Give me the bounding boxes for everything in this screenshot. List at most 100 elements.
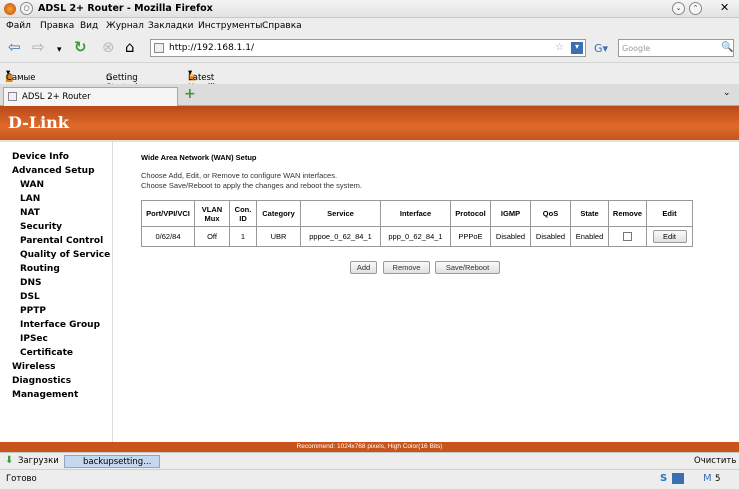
cell-vlan: Off bbox=[194, 226, 230, 247]
sidebar-item-device-info[interactable]: Device Info bbox=[12, 152, 69, 162]
table-header-row: Port/VPI/VCI VLAN Mux Con. ID Category S… bbox=[141, 200, 693, 227]
search-icon[interactable]: 🔍 bbox=[721, 42, 733, 53]
downloads-icon: ⬇ bbox=[5, 455, 14, 466]
search-engine-icon[interactable]: G▾ bbox=[594, 41, 608, 57]
sidebar-item-security[interactable]: Security bbox=[20, 222, 62, 232]
site-identity-icon[interactable] bbox=[154, 43, 164, 53]
sidebar-item-nat[interactable]: NAT bbox=[20, 208, 40, 218]
reload-icon[interactable]: ↻ bbox=[74, 39, 87, 55]
menu-tools[interactable]: Инструменты bbox=[198, 21, 262, 31]
window-menu-icon[interactable]: ○ bbox=[20, 2, 33, 15]
brand-header: D-Link bbox=[0, 106, 739, 140]
sidebar-item-dsl[interactable]: DSL bbox=[20, 292, 40, 302]
col-qos: QoS bbox=[530, 200, 571, 227]
sidebar-item-wireless[interactable]: Wireless bbox=[12, 362, 55, 372]
status-bar: Готово S M 5 bbox=[0, 469, 739, 489]
sidebar-item-lan[interactable]: LAN bbox=[20, 194, 40, 204]
menu-bookmarks[interactable]: Закладки bbox=[148, 21, 194, 31]
search-placeholder: Google bbox=[622, 44, 651, 53]
window-title: ADSL 2+ Router - Mozilla Firefox bbox=[38, 3, 213, 14]
cell-remove bbox=[608, 226, 647, 247]
sidebar-item-advanced-setup[interactable]: Advanced Setup bbox=[12, 166, 95, 176]
col-edit: Edit bbox=[646, 200, 693, 227]
cell-qos: Disabled bbox=[530, 226, 571, 247]
bookmark-latest-headlines[interactable]: ▣ Latest Headli... ▾ bbox=[188, 68, 223, 93]
col-port: Port/VPI/VCI bbox=[141, 200, 195, 227]
window-titlebar: ○ ADSL 2+ Router - Mozilla Firefox ⌄ ⌃ ✕ bbox=[0, 0, 739, 18]
add-button[interactable]: Add bbox=[350, 261, 377, 274]
sidebar-nav: Device Info Advanced Setup WAN LAN NAT Securi… bbox=[0, 142, 113, 442]
url-bar[interactable]: http://192.168.1.1/ ☆ ▾ bbox=[150, 39, 586, 57]
recommend-footer: Recommend: 1024x768 pixels, High Color(1… bbox=[0, 442, 739, 452]
main-content: Wide Area Network (WAN) Setup Choose Add… bbox=[113, 142, 739, 442]
mail-count: 5 bbox=[715, 474, 721, 484]
addon-icon[interactable] bbox=[672, 473, 684, 484]
cell-service: pppoe_0_62_84_1 bbox=[300, 226, 381, 247]
col-protocol: Protocol bbox=[450, 200, 491, 227]
history-dropdown-icon[interactable]: ▾ bbox=[57, 42, 62, 58]
search-input[interactable]: Google 🔍 bbox=[618, 39, 734, 57]
downloads-bar: ⬇ Загрузки backupsetting... Очистить bbox=[0, 452, 739, 469]
tab-list-icon[interactable]: ⌄ bbox=[723, 88, 731, 98]
sidebar-item-quality-of-service[interactable]: Quality of Service bbox=[20, 250, 110, 260]
mail-icon[interactable]: M bbox=[703, 473, 712, 484]
sidebar-item-parental-control[interactable]: Parental Control bbox=[20, 236, 103, 246]
url-text: http://192.168.1.1/ bbox=[169, 43, 254, 53]
sidebar-item-diagnostics[interactable]: Diagnostics bbox=[12, 376, 71, 386]
col-conid: Con. ID bbox=[229, 200, 257, 227]
menu-history[interactable]: Журнал bbox=[106, 21, 144, 31]
col-state: State bbox=[570, 200, 609, 227]
col-vlan: VLAN Mux bbox=[194, 200, 230, 227]
cell-conid: 1 bbox=[229, 226, 257, 247]
cell-state: Enabled bbox=[570, 226, 609, 247]
col-service: Service bbox=[300, 200, 381, 227]
menu-help[interactable]: Справка bbox=[262, 21, 302, 31]
clear-downloads-button[interactable]: Очистить bbox=[694, 456, 736, 466]
new-tab-icon[interactable]: + bbox=[184, 86, 196, 102]
edit-button[interactable]: Edit bbox=[652, 230, 687, 243]
bookmark-star-icon[interactable]: ☆ bbox=[555, 42, 564, 53]
tab-bar: ADSL 2+ Router + ⌄ bbox=[0, 84, 739, 106]
bookmarks-toolbar: ▆ Самые попул... ▾ ▫ Getting Started ▣ L… bbox=[0, 62, 739, 93]
col-remove: Remove bbox=[608, 200, 647, 227]
wan-table: Port/VPI/VCI VLAN Mux Con. ID Category S… bbox=[141, 200, 693, 247]
cell-category: UBR bbox=[256, 226, 301, 247]
url-dropdown-icon[interactable]: ▾ bbox=[571, 42, 583, 54]
home-icon[interactable]: ⌂ bbox=[125, 39, 135, 55]
table-row: 0/62/84 Off 1 UBR pppoe_0_62_84_1 ppp_0_… bbox=[141, 226, 693, 247]
menu-view[interactable]: Вид bbox=[80, 21, 98, 31]
description-line-1: Choose Add, Edit, or Remove to configure… bbox=[141, 171, 338, 180]
col-category: Category bbox=[256, 200, 301, 227]
sidebar-item-ipsec[interactable]: IPSec bbox=[20, 334, 48, 344]
sidebar-item-routing[interactable]: Routing bbox=[20, 264, 60, 274]
stop-icon[interactable]: ⊗ bbox=[102, 39, 115, 55]
sidebar-item-dns[interactable]: DNS bbox=[20, 278, 42, 288]
remove-checkbox[interactable] bbox=[623, 232, 632, 242]
cell-igmp: Disabled bbox=[490, 226, 531, 247]
remove-button[interactable]: Remove bbox=[383, 261, 430, 274]
sidebar-item-interface-group[interactable]: Interface Group bbox=[20, 320, 100, 330]
sidebar-item-pptp[interactable]: PPTP bbox=[20, 306, 46, 316]
minimize-button[interactable]: ⌄ bbox=[672, 2, 685, 15]
download-item[interactable]: backupsetting... bbox=[64, 455, 160, 468]
tab-adsl-router[interactable]: ADSL 2+ Router bbox=[3, 87, 178, 106]
tab-label: ADSL 2+ Router bbox=[22, 92, 91, 102]
menu-file[interactable]: Файл bbox=[6, 21, 31, 31]
page-title: Wide Area Network (WAN) Setup bbox=[141, 153, 257, 162]
bookmark-most-visited[interactable]: ▆ Самые попул... ▾ bbox=[6, 68, 41, 93]
save-reboot-button[interactable]: Save/Reboot bbox=[435, 261, 500, 274]
skype-icon[interactable]: S bbox=[660, 473, 667, 484]
maximize-button[interactable]: ⌃ bbox=[689, 2, 702, 15]
back-icon[interactable]: ⇦ bbox=[8, 39, 21, 55]
menu-edit[interactable]: Правка bbox=[40, 21, 74, 31]
close-button[interactable]: ✕ bbox=[720, 1, 729, 14]
dlink-logo: D-Link bbox=[8, 113, 69, 132]
cell-port: 0/62/84 bbox=[141, 226, 195, 247]
sidebar-item-certificate[interactable]: Certificate bbox=[20, 348, 73, 358]
description-line-2: Choose Save/Reboot to apply the changes … bbox=[141, 181, 362, 190]
forward-icon[interactable]: ⇨ bbox=[32, 39, 45, 55]
sidebar-item-management[interactable]: Management bbox=[12, 390, 78, 400]
sidebar-item-wan[interactable]: WAN bbox=[20, 180, 44, 190]
menu-bar: Файл Правка Вид Журнал Закладки Инструме… bbox=[0, 18, 739, 35]
cell-interface: ppp_0_62_84_1 bbox=[380, 226, 451, 247]
